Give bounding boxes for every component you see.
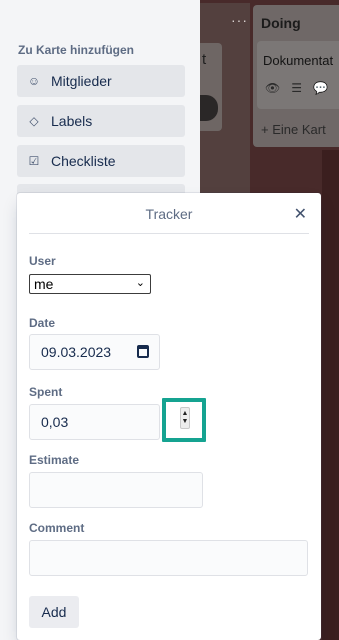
sidebar-heading: Zu Karte hinzufügen	[18, 43, 134, 57]
spent-input[interactable]: 0,03	[29, 404, 160, 440]
board-scroll-area	[322, 150, 339, 640]
date-input-value: 09.03.2023	[41, 344, 112, 360]
card-title-fragment: t	[202, 51, 207, 68]
sidebar-item-label: Mitglieder	[51, 73, 112, 89]
sidebar-item-checklist[interactable]: ☑ Checkliste	[17, 145, 185, 177]
comment-icon: 💬	[313, 81, 328, 95]
add-button[interactable]: Add	[29, 596, 79, 628]
date-input[interactable]: 09.03.2023	[29, 334, 160, 370]
comment-label: Comment	[29, 521, 85, 535]
add-card-button[interactable]: + Eine Kart	[261, 122, 326, 137]
user-label: User	[29, 254, 56, 268]
estimate-label: Estimate	[29, 453, 80, 467]
user-select[interactable]: me ⌄	[29, 274, 151, 294]
card-badges: 👁 ☰ 💬	[265, 81, 328, 95]
avatar	[200, 95, 218, 121]
date-label: Date	[29, 316, 56, 330]
description-icon: ☰	[291, 81, 302, 95]
spent-label: Spent	[29, 385, 63, 399]
user-select-value: me	[34, 276, 54, 292]
tag-icon: ◇	[29, 114, 39, 128]
sidebar-item-label: Checkliste	[51, 153, 116, 169]
popover-title: Tracker	[145, 206, 193, 222]
list-doing: Doing Dokumentat 👁 ☰ 💬 + Eine Kart	[253, 5, 339, 147]
calendar-icon[interactable]	[137, 345, 149, 358]
tracker-popover: Tracker ✕ User me ⌄ Date 09.03.2023 Spen…	[17, 193, 321, 640]
sidebar-item-labels[interactable]: ◇ Labels	[17, 105, 185, 137]
card-title: Dokumentat	[263, 53, 334, 68]
eye-icon: 👁	[265, 81, 281, 95]
divider	[29, 233, 309, 234]
spent-input-value: 0,03	[41, 414, 69, 430]
estimate-input[interactable]	[29, 472, 203, 508]
close-icon[interactable]: ✕	[294, 204, 307, 224]
sidebar-item-members[interactable]: ☺ Mitglieder	[17, 65, 185, 97]
comment-input[interactable]	[29, 540, 308, 576]
list-card[interactable]: t	[200, 43, 222, 131]
list-menu-icon[interactable]: ···	[208, 12, 248, 28]
list-card[interactable]: Dokumentat 👁 ☰ 💬	[257, 41, 339, 109]
list-title: Doing	[261, 15, 301, 31]
stepper-highlight-box	[162, 398, 206, 442]
sidebar-item-label: Labels	[51, 113, 93, 129]
chevron-down-icon: ⌄	[135, 277, 145, 289]
person-icon: ☺	[27, 74, 41, 88]
checkbox-icon: ☑	[28, 154, 40, 168]
